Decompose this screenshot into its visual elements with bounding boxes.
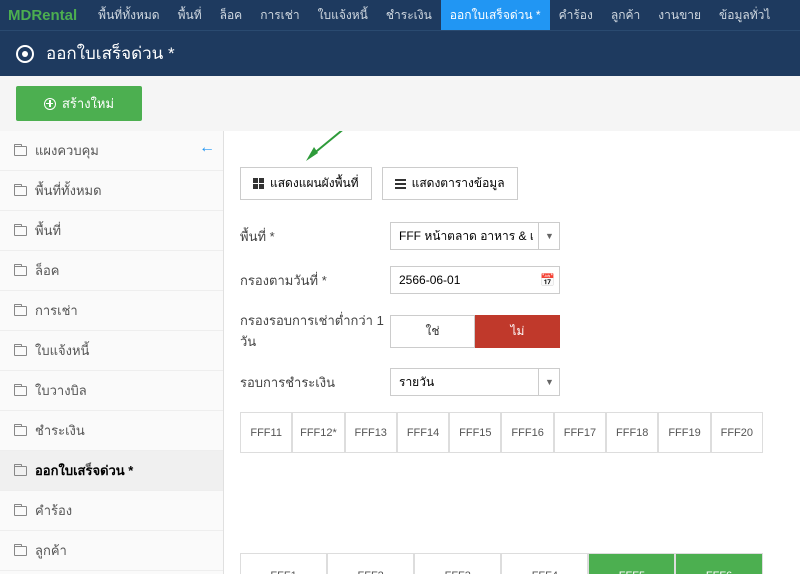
- lot-tile[interactable]: FFF1: [240, 553, 327, 574]
- lot-tile[interactable]: FFF15: [449, 412, 501, 453]
- sidebar-item[interactable]: การเช่า: [0, 291, 223, 331]
- sidebar: ← แผงควบคุมพื้นที่ทั้งหมดพื้นที่ล็อคการเ…: [0, 131, 224, 574]
- date-input[interactable]: [390, 266, 560, 294]
- topnav-item[interactable]: งานขาย: [649, 0, 710, 30]
- sidebar-item-label: พื้นที่: [35, 220, 61, 241]
- list-icon: [395, 179, 406, 189]
- folder-icon: [14, 466, 27, 476]
- folder-icon: [14, 266, 27, 276]
- topnav-item[interactable]: ใบแจ้งหนี้: [309, 0, 377, 30]
- page-title: ออกใบเสร็จด่วน *: [46, 40, 175, 67]
- topnav-item[interactable]: พื้นที่: [169, 0, 211, 30]
- sidebar-item-label: การเช่า: [35, 300, 78, 321]
- sidebar-item[interactable]: ใบแจ้งหนี้: [0, 331, 223, 371]
- folder-icon: [14, 386, 27, 396]
- topnav-item[interactable]: คำร้อง: [550, 0, 602, 30]
- target-icon: [16, 45, 34, 63]
- sidebar-item-label: ออกใบเสร็จด่วน *: [35, 460, 133, 481]
- plan-view-label: แสดงแผนผังพื้นที่: [270, 174, 359, 193]
- sidebar-item-label: ล็อค: [35, 260, 59, 281]
- topnav-item[interactable]: ชำระเงิน: [377, 0, 441, 30]
- lot-tile[interactable]: FFF16: [501, 412, 553, 453]
- sidebar-item[interactable]: ชำระเงิน: [0, 411, 223, 451]
- sidebar-item-label: พื้นที่ทั้งหมด: [35, 180, 102, 201]
- sidebar-item[interactable]: ล็อค: [0, 251, 223, 291]
- min1-label: กรองรอบการเช่าต่ำกว่า 1 วัน: [240, 310, 390, 352]
- lot-tile[interactable]: FFF11: [240, 412, 292, 453]
- tile-grid-bottom: FFF1FFF2FFF3FFF4FFF5FFF6: [240, 553, 763, 574]
- sidebar-item[interactable]: แผงควบคุม: [0, 131, 223, 171]
- lot-tile[interactable]: FFF20: [711, 412, 763, 453]
- topnav-item[interactable]: ข้อมูลทั่วไ: [710, 0, 779, 30]
- action-bar: สร้างใหม่: [0, 76, 800, 131]
- sidebar-item[interactable]: ใบวางบิล: [0, 371, 223, 411]
- table-view-button[interactable]: แสดงตารางข้อมูล: [382, 167, 518, 200]
- calendar-icon[interactable]: 📅: [536, 266, 560, 294]
- sidebar-item-label: ลูกค้า: [35, 540, 67, 561]
- folder-icon: [14, 506, 27, 516]
- topnav-item[interactable]: การเช่า: [251, 0, 308, 30]
- sidebar-item-label: ชำระเงิน: [35, 420, 85, 441]
- chevron-down-icon[interactable]: ▼: [538, 368, 560, 396]
- folder-icon: [14, 426, 27, 436]
- page-header: ออกใบเสร็จด่วน *: [0, 30, 800, 76]
- folder-icon: [14, 146, 27, 156]
- tile-grid-top: FFF11FFF12*FFF13FFF14FFF15FFF16FFF17FFF1…: [240, 412, 763, 453]
- lot-tile[interactable]: FFF19: [658, 412, 710, 453]
- annotation-arrow: [302, 131, 362, 163]
- lot-tile[interactable]: FFF17: [554, 412, 606, 453]
- sidebar-item-label: แผงควบคุม: [35, 140, 99, 161]
- cycle-label: รอบการชำระเงิน: [240, 372, 390, 393]
- topnav-item[interactable]: ล็อค: [211, 0, 252, 30]
- sidebar-item-label: ใบแจ้งหนี้: [35, 340, 89, 361]
- cycle-select[interactable]: [390, 368, 560, 396]
- sidebar-item[interactable]: ออกใบเสร็จด่วน *: [0, 451, 223, 491]
- view-toolbar: แสดงแผนผังพื้นที่ แสดงตารางข้อมูล: [240, 167, 784, 200]
- lot-tile[interactable]: FFF5: [588, 553, 675, 574]
- new-button[interactable]: สร้างใหม่: [16, 86, 142, 121]
- sidebar-item-label: ใบวางบิล: [35, 380, 87, 401]
- lot-tile[interactable]: FFF3: [414, 553, 501, 574]
- main-content: แสดงแผนผังพื้นที่ แสดงตารางข้อมูล พื้นที…: [224, 131, 800, 574]
- collapse-icon[interactable]: ←: [199, 139, 215, 157]
- min1-yes-button[interactable]: ใช่: [390, 315, 475, 348]
- new-button-label: สร้างใหม่: [62, 93, 114, 114]
- lot-tile[interactable]: FFF4: [501, 553, 588, 574]
- lot-tile[interactable]: FFF12*: [292, 412, 344, 453]
- folder-icon: [14, 546, 27, 556]
- min1-toggle: ใช่ ไม่: [390, 315, 560, 348]
- area-select[interactable]: [390, 222, 560, 250]
- lot-tile[interactable]: FFF18: [606, 412, 658, 453]
- folder-icon: [14, 226, 27, 236]
- lot-tile[interactable]: FFF6: [675, 553, 762, 574]
- plus-icon: [44, 98, 56, 110]
- brand-logo: MDRental: [0, 7, 89, 24]
- plan-view-button[interactable]: แสดงแผนผังพื้นที่: [240, 167, 372, 200]
- lot-tile[interactable]: FFF14: [397, 412, 449, 453]
- sidebar-item-label: คำร้อง: [35, 500, 72, 521]
- lot-tile[interactable]: FFF2: [327, 553, 414, 574]
- folder-icon: [14, 306, 27, 316]
- folder-icon: [14, 346, 27, 356]
- sidebar-item[interactable]: พื้นที่ทั้งหมด: [0, 171, 223, 211]
- topnav-item[interactable]: พื้นที่ทั้งหมด: [89, 0, 168, 30]
- grid-icon: [253, 178, 264, 189]
- area-label: พื้นที่ *: [240, 226, 390, 247]
- min1-no-button[interactable]: ไม่: [475, 315, 560, 348]
- topnav-item[interactable]: ลูกค้า: [602, 0, 649, 30]
- chevron-down-icon[interactable]: ▼: [538, 222, 560, 250]
- top-nav: MDRental พื้นที่ทั้งหมดพื้นที่ล็อคการเช่…: [0, 0, 800, 30]
- table-view-label: แสดงตารางข้อมูล: [412, 174, 505, 193]
- sidebar-item[interactable]: พื้นที่: [0, 211, 223, 251]
- sidebar-item[interactable]: คำร้อง: [0, 491, 223, 531]
- folder-icon: [14, 186, 27, 196]
- date-label: กรองตามวันที่ *: [240, 270, 390, 291]
- sidebar-item[interactable]: ลูกค้า: [0, 531, 223, 571]
- lot-tile[interactable]: FFF13: [345, 412, 397, 453]
- topnav-item[interactable]: ออกใบเสร็จด่วน *: [441, 0, 550, 30]
